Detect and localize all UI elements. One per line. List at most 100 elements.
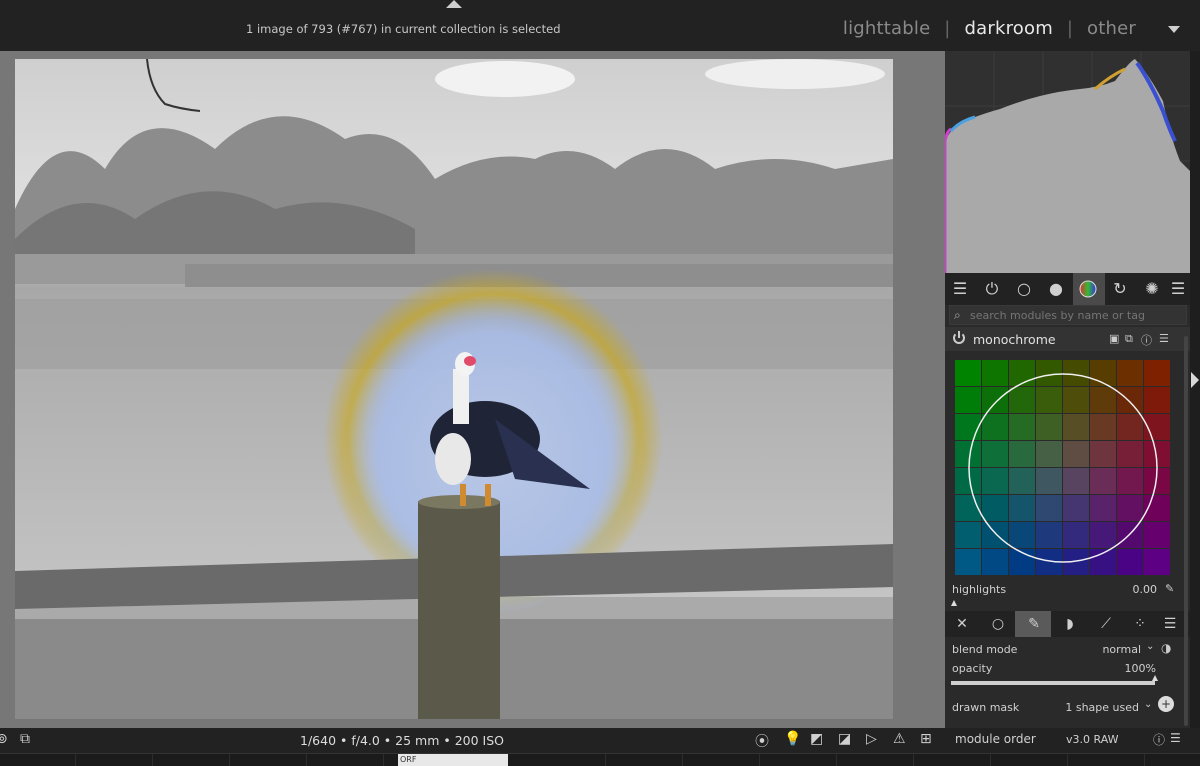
color-grid-cell[interactable]: [982, 549, 1008, 575]
quick-access-icon[interactable]: ☰: [949, 278, 971, 300]
filmstrip-cell[interactable]: [231, 754, 307, 766]
blend-presets-icon[interactable]: ☰: [1159, 614, 1181, 634]
color-grid-cell[interactable]: [1117, 549, 1143, 575]
color-grid-cell[interactable]: [982, 441, 1008, 467]
color-grid-cell[interactable]: [1009, 387, 1035, 413]
filmstrip-cell[interactable]: [1069, 754, 1145, 766]
color-grid-cell[interactable]: [1090, 387, 1116, 413]
module-order-info-icon[interactable]: ⓘ: [1153, 731, 1165, 748]
color-grid-cell[interactable]: [1036, 522, 1062, 548]
filmstrip-cell[interactable]: [308, 754, 384, 766]
blend-uniform-icon[interactable]: ○: [987, 614, 1009, 634]
filmstrip-selected-thumb[interactable]: ORF: [398, 754, 508, 766]
color-grid-cell[interactable]: [1117, 360, 1143, 386]
color-grid-cell[interactable]: [955, 495, 981, 521]
color-grid-cell[interactable]: [1009, 414, 1035, 440]
filmstrip-cell[interactable]: [154, 754, 230, 766]
color-grid-cell[interactable]: [955, 468, 981, 494]
filmstrip-cell[interactable]: [684, 754, 760, 766]
raster-mask-icon[interactable]: ⁘: [1129, 614, 1151, 634]
histogram[interactable]: [943, 51, 1190, 273]
opacity-slider-marker[interactable]: [1152, 675, 1158, 681]
focus-peaking-icon[interactable]: ⦿: [755, 731, 769, 751]
photo-preview[interactable]: [15, 59, 893, 719]
color-grid-cell[interactable]: [1063, 495, 1089, 521]
presets-menu-icon[interactable]: ☰: [1167, 278, 1189, 300]
color-grid-cell[interactable]: [1117, 468, 1143, 494]
color-grid-cell[interactable]: [955, 549, 981, 575]
color-grid-cell[interactable]: [1009, 468, 1035, 494]
parametric-mask-icon[interactable]: ◗: [1059, 614, 1081, 634]
reset-icon[interactable]: ⧉: [1125, 332, 1133, 346]
drawn-mask-value[interactable]: 1 shape used: [1055, 701, 1139, 714]
filmstrip[interactable]: ORF: [0, 753, 1200, 766]
color-grid-cell[interactable]: [1009, 441, 1035, 467]
collapse-top-panel-arrow-icon[interactable]: [446, 0, 462, 8]
color-grid-cell[interactable]: [1009, 360, 1035, 386]
filmstrip-cell[interactable]: [838, 754, 914, 766]
color-grid-cell[interactable]: [1036, 360, 1062, 386]
drawn-parametric-mask-icon[interactable]: ⟋: [1095, 614, 1117, 634]
guides-icon[interactable]: ⊞: [920, 731, 932, 747]
style-icon[interactable]: ⊚: [0, 731, 8, 747]
module-search-box[interactable]: ⌕: [949, 305, 1187, 325]
color-grid-cell[interactable]: [1117, 414, 1143, 440]
color-group-icon[interactable]: [1077, 278, 1099, 300]
active-modules-icon[interactable]: ⏻: [981, 278, 1003, 300]
color-grid-cell[interactable]: [955, 387, 981, 413]
color-grid-cell[interactable]: [1063, 360, 1089, 386]
filmstrip-cell[interactable]: [915, 754, 991, 766]
view-dropdown-icon[interactable]: [1168, 26, 1180, 33]
blend-mode-toggle-icon[interactable]: ◑: [1161, 641, 1171, 655]
presets-icon[interactable]: ☰: [1159, 332, 1169, 345]
module-header[interactable]: monochrome ▣ ⧉ ⓘ ☰: [945, 327, 1190, 351]
module-order-presets-icon[interactable]: ☰: [1170, 731, 1181, 745]
color-grid-cell[interactable]: [1009, 495, 1035, 521]
raw-overexposed-icon[interactable]: ◩: [810, 731, 823, 747]
clipping-indicator-icon[interactable]: ◪: [838, 731, 851, 747]
color-assessment-icon[interactable]: 💡: [784, 731, 801, 747]
color-grid-cell[interactable]: [1090, 468, 1116, 494]
color-grid-cell[interactable]: [955, 414, 981, 440]
filmstrip-cell[interactable]: [0, 754, 76, 766]
view-darkroom[interactable]: darkroom: [964, 18, 1052, 39]
opacity-slider[interactable]: [951, 681, 1155, 685]
color-grid-cell[interactable]: [955, 441, 981, 467]
filmstrip-cell[interactable]: [607, 754, 683, 766]
color-grid-cell[interactable]: [1090, 441, 1116, 467]
color-grid-cell[interactable]: [1090, 495, 1116, 521]
view-other[interactable]: other: [1087, 18, 1136, 39]
correct-group-icon[interactable]: ↻: [1109, 278, 1131, 300]
color-grid-cell[interactable]: [1063, 414, 1089, 440]
color-grid-cell[interactable]: [1063, 468, 1089, 494]
filmstrip-cell[interactable]: [992, 754, 1068, 766]
drawn-mask-icon[interactable]: ✎: [1023, 614, 1045, 634]
filmstrip-cell[interactable]: [77, 754, 153, 766]
color-grid-cell[interactable]: [1063, 522, 1089, 548]
multi-instance-icon[interactable]: ▣: [1109, 332, 1119, 345]
color-grid-cell[interactable]: [1036, 441, 1062, 467]
color-grid-cell[interactable]: [1117, 522, 1143, 548]
color-grid-cell[interactable]: [1036, 414, 1062, 440]
effect-group-icon[interactable]: ✺: [1141, 278, 1163, 300]
color-grid-cell[interactable]: [982, 360, 1008, 386]
color-grid-cell[interactable]: [982, 414, 1008, 440]
drawn-mask-dropdown-icon[interactable]: ⌄: [1144, 699, 1152, 710]
module-order-value[interactable]: v3.0 RAW: [1066, 733, 1119, 746]
highlights-value[interactable]: 0.00: [1105, 583, 1158, 596]
color-grid-cell[interactable]: [1063, 441, 1089, 467]
blend-off-icon[interactable]: ✕: [951, 614, 973, 634]
color-grid-cell[interactable]: [1036, 495, 1062, 521]
base-group-icon[interactable]: ○: [1013, 278, 1035, 300]
color-grid-cell[interactable]: [1036, 468, 1062, 494]
collapse-right-panel-arrow-icon[interactable]: [1191, 372, 1199, 388]
color-grid-cell[interactable]: [1090, 360, 1116, 386]
color-grid-cell[interactable]: [1090, 414, 1116, 440]
color-grid-cell[interactable]: [1009, 522, 1035, 548]
color-grid-cell[interactable]: [1144, 360, 1170, 386]
color-grid-cell[interactable]: [1117, 387, 1143, 413]
color-grid-cell[interactable]: [1144, 549, 1170, 575]
filmstrip-cell[interactable]: [761, 754, 837, 766]
color-grid-cell[interactable]: [982, 522, 1008, 548]
color-grid-cell[interactable]: [1144, 387, 1170, 413]
